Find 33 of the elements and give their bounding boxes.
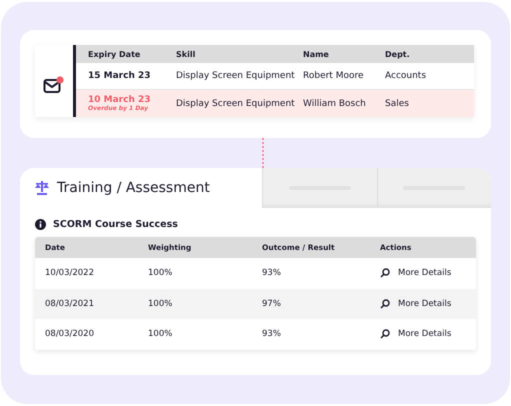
details-link[interactable]: More Details: [398, 268, 452, 278]
table-cell-text: 100%: [148, 298, 174, 309]
table-cell-text: 100%: [148, 329, 174, 340]
table-cell-text: 93%: [262, 268, 282, 278]
column-header: Expiry Date: [88, 50, 142, 58]
details-link[interactable]: More Details: [398, 329, 452, 340]
table-cell-text: Accounts: [385, 71, 428, 81]
search-icon: [380, 329, 390, 340]
column-header: Dept.: [385, 50, 411, 58]
details-link[interactable]: More Details: [398, 298, 452, 309]
table-cell-text: 100%: [148, 268, 174, 278]
tab[interactable]: [376, 168, 491, 208]
table-cell-text: 08/03/2021: [45, 298, 95, 309]
table-cell-text: 97%: [262, 298, 282, 309]
table-cell-text: Display Screen Equipment: [176, 98, 296, 108]
section-title: SCORM Course Success: [53, 219, 178, 230]
column-header: Name: [303, 50, 330, 58]
expiry-date: 15 March 23: [88, 71, 152, 81]
table-cell-text: Robert Moore: [303, 71, 365, 81]
search-icon: [380, 298, 390, 309]
table-cell-text: 08/03/2020: [45, 329, 95, 340]
table-cell-text: William Bosch: [303, 98, 367, 108]
tab[interactable]: [262, 168, 376, 208]
column-header: Skill: [176, 50, 196, 58]
table-cell-text: 10/03/2022: [45, 268, 95, 278]
scales-icon: [35, 181, 49, 195]
table-cell-text: 93%: [262, 329, 282, 340]
info-icon: [35, 219, 46, 230]
search-icon: [380, 268, 390, 278]
table-cell-text: Display Screen Equipment: [176, 71, 296, 81]
table-cell-text: Sales: [385, 98, 410, 108]
expiry-date: 10 March 23: [88, 95, 152, 105]
mail-icon: [43, 76, 65, 94]
